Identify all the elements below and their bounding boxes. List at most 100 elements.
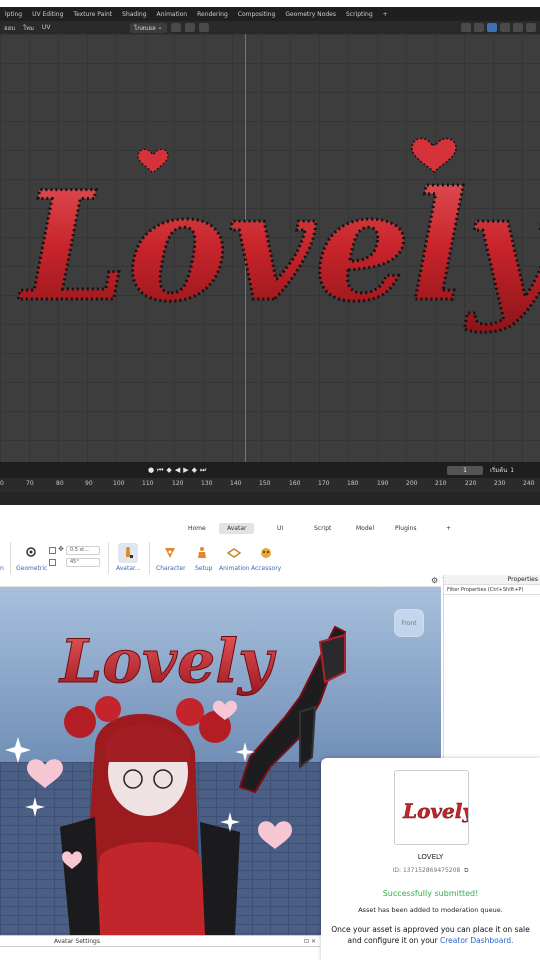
asset-name: LOVELY <box>417 853 444 861</box>
ruler-tick: 210 <box>435 480 447 487</box>
record-icon[interactable]: ● <box>148 465 154 475</box>
status-bar <box>0 492 540 505</box>
asset-id: ID: 137152869475208 ⧉ <box>321 867 540 875</box>
material-shading-icon[interactable] <box>526 23 536 32</box>
properties-title: Properties <box>444 575 540 585</box>
workspace-tab-animation[interactable]: Animation <box>152 11 193 18</box>
prev-key-icon[interactable]: ◆ <box>166 465 171 475</box>
current-frame-field[interactable]: 1 <box>447 466 483 475</box>
workspace-tab-texture-paint[interactable]: Texture Paint <box>68 11 117 18</box>
ribbon-separator <box>10 542 11 574</box>
ruler-tick: 110 <box>142 480 154 487</box>
proportional-edit-icon[interactable] <box>198 23 209 32</box>
ruler-tick: 0 <box>0 480 4 487</box>
overlay-icon[interactable] <box>487 23 497 32</box>
ruler-tick: 200 <box>406 480 418 487</box>
copy-icon[interactable]: ⧉ <box>462 867 468 874</box>
jump-start-icon[interactable]: ⏮ <box>157 465 163 475</box>
workspace-tab-scripting[interactable]: Scripting <box>341 11 378 18</box>
header-menu-item-uv[interactable]: UV <box>38 24 55 31</box>
workspace-tab-shading[interactable]: Shading <box>117 11 151 18</box>
rotate-snap-field[interactable]: 45° <box>66 558 100 567</box>
workspace-tab-geometry-nodes[interactable]: Geometry Nodes <box>280 11 341 18</box>
next-key-icon[interactable]: ◆ <box>192 465 197 475</box>
ruler-tick: 180 <box>347 480 359 487</box>
approval-info: Once your asset is approved you can plac… <box>327 924 534 946</box>
character-icon[interactable] <box>163 546 177 560</box>
submission-dialog: Lovely LOVELY ID: 137152869475208 ⧉ Succ… <box>321 758 540 960</box>
gizmo-icon[interactable] <box>474 23 484 32</box>
add-tab-button[interactable]: + <box>438 523 459 534</box>
top-strip <box>0 0 540 7</box>
start-frame: เริ่มต้น 1 <box>490 465 514 475</box>
rose-left <box>64 706 96 738</box>
viewport-topbar: ⚙ <box>0 575 441 587</box>
playback-controls: ● ⏮ ◆ ◀ ▶ ◆ ⏭ <box>148 465 206 475</box>
start-value[interactable]: 1 <box>510 467 514 474</box>
jump-end-icon[interactable]: ⏭ <box>200 465 206 475</box>
transform-orientation: โกลบอล ⌄ <box>130 22 209 33</box>
avatar-jacket-right <box>200 822 240 935</box>
avatar-settings-title: Avatar Settings <box>54 938 100 945</box>
rotate-snap-checkbox[interactable] <box>49 559 56 566</box>
move-snap-field[interactable]: 0.5 st... <box>66 546 100 555</box>
floating-heart <box>27 759 63 788</box>
creator-dashboard-link[interactable]: Creator Dashboard <box>440 936 511 945</box>
xray-icon[interactable] <box>500 23 510 32</box>
visibility-icon[interactable] <box>461 23 471 32</box>
orientation-dropdown[interactable]: โกลบอล ⌄ <box>130 22 167 33</box>
ruler-tick: 120 <box>172 480 184 487</box>
editor-header: ฮอบ ใหม UV <box>0 21 540 34</box>
header-menu-item[interactable]: ใหม <box>19 23 38 33</box>
solid-shading-icon[interactable] <box>513 23 523 32</box>
play-icon[interactable]: ▶ <box>183 465 188 475</box>
header-menu-item[interactable]: ฮอบ <box>0 23 19 33</box>
ruler-tick: 230 <box>494 480 506 487</box>
tab-plugins[interactable]: Plugins <box>387 523 425 534</box>
animation-label[interactable]: Animation <box>219 565 250 572</box>
avatar-settings-controls[interactable]: ⊡ ✕ <box>304 938 316 945</box>
ruler-tick: 240 <box>523 480 535 487</box>
lovely-3d-text: Lovely <box>18 159 540 335</box>
workspace-tab-uv-editing[interactable]: UV Editing <box>27 11 68 18</box>
character-label[interactable]: Character <box>156 565 186 572</box>
tab-ui[interactable]: UI <box>269 523 291 534</box>
tab-model[interactable]: Model <box>348 523 382 534</box>
asset-thumbnail: Lovely <box>394 770 469 845</box>
setup-label[interactable]: Setup <box>195 565 212 572</box>
lovely-accessory-text: Lovely <box>58 627 277 697</box>
pivot-icon[interactable] <box>170 23 181 32</box>
accessory-icon[interactable] <box>259 546 273 560</box>
orientation-label: โกลบอล <box>134 24 156 32</box>
properties-filter-input[interactable]: Filter Properties (Ctrl+Shift+P) <box>444 585 540 595</box>
settings-gear-icon[interactable]: ⚙ <box>431 576 438 585</box>
avatar-label[interactable]: Avatar... <box>116 565 141 572</box>
lovely-mesh-artwork[interactable]: Lovely <box>0 34 540 462</box>
snap-icon[interactable] <box>184 23 195 32</box>
accessory-label[interactable]: Accessory <box>251 565 281 572</box>
chevron-down-icon: ⌄ <box>155 24 163 31</box>
workspace-tab[interactable]: lpting <box>0 11 27 18</box>
setup-icon[interactable] <box>196 546 210 560</box>
link-suffix: . <box>511 936 514 945</box>
tab-home[interactable]: Home <box>180 523 214 534</box>
geometric-icon[interactable] <box>24 545 38 559</box>
add-workspace-button[interactable]: + <box>378 11 393 18</box>
asset-id-text: ID: 137152869475208 <box>392 867 461 874</box>
play-reverse-icon[interactable]: ◀ <box>175 465 180 475</box>
avatar-top <box>90 842 210 935</box>
geometric-label[interactable]: Geometric <box>16 565 47 572</box>
ruler-tick: 80 <box>56 480 64 487</box>
animation-icon[interactable] <box>227 546 241 560</box>
ribbon-cut-label: n <box>0 565 4 572</box>
workspace-tab-rendering[interactable]: Rendering <box>192 11 233 18</box>
sparkle <box>5 737 31 763</box>
thumbnail-image: Lovely <box>402 799 468 824</box>
tab-script[interactable]: Script <box>306 523 339 534</box>
rose-left-2 <box>95 696 121 722</box>
workspace-tab-compositing[interactable]: Compositing <box>233 11 281 18</box>
move-snap-checkbox[interactable] <box>49 547 56 554</box>
ribbon-separator <box>108 542 109 574</box>
avatar-setup-icon <box>126 547 133 558</box>
tab-avatar[interactable]: Avatar <box>219 523 255 534</box>
